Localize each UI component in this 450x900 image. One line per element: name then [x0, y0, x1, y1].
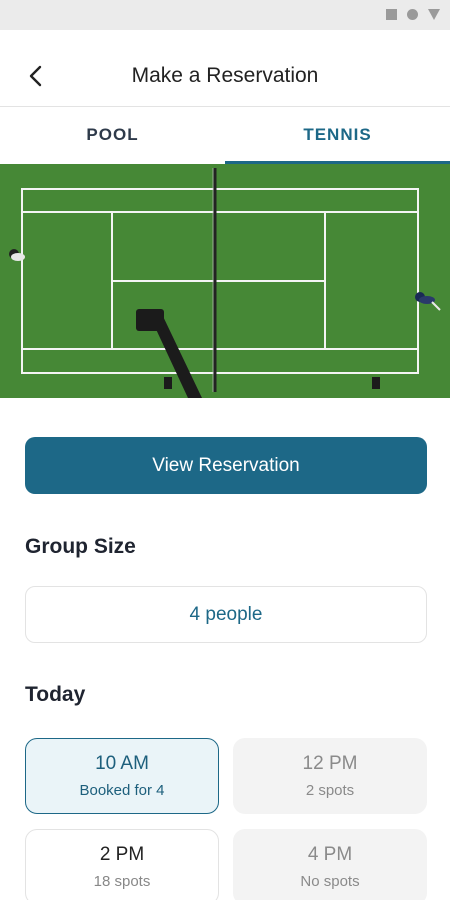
square-icon [386, 9, 397, 20]
time-slot-10am[interactable]: 10 AM Booked for 4 [25, 738, 219, 814]
time-slot-2pm[interactable]: 2 PM 18 spots [25, 829, 219, 900]
group-size-title: Group Size [25, 535, 136, 558]
group-size-value: 4 people [189, 603, 263, 625]
slot-status: No spots [300, 873, 360, 890]
slot-status: Booked for 4 [79, 782, 165, 799]
tennis-court-image [0, 164, 450, 398]
slot-status: 18 spots [93, 873, 151, 890]
slot-time: 12 PM [302, 753, 358, 774]
tab-pool[interactable]: POOL [0, 107, 225, 164]
tab-tennis[interactable]: TENNIS [225, 107, 450, 164]
slot-status: 2 spots [305, 782, 355, 799]
status-icons [386, 9, 440, 20]
time-slot-12pm[interactable]: 12 PM 2 spots [233, 738, 427, 814]
today-title: Today [25, 683, 86, 706]
slot-time: 2 PM [99, 844, 145, 865]
time-slot-4pm[interactable]: 4 PM No spots [233, 829, 427, 900]
status-bar [0, 0, 450, 30]
view-reservation-button[interactable]: View Reservation [25, 437, 427, 494]
group-size-selector[interactable]: 4 people [25, 586, 427, 643]
circle-icon [407, 9, 418, 20]
tab-bar: POOL TENNIS [0, 107, 450, 164]
slot-time: 4 PM [307, 844, 353, 865]
app-header: Make a Reservation [0, 30, 450, 107]
slot-time: 10 AM [95, 753, 149, 774]
page-title: Make a Reservation [131, 64, 319, 87]
triangle-icon [428, 9, 440, 20]
